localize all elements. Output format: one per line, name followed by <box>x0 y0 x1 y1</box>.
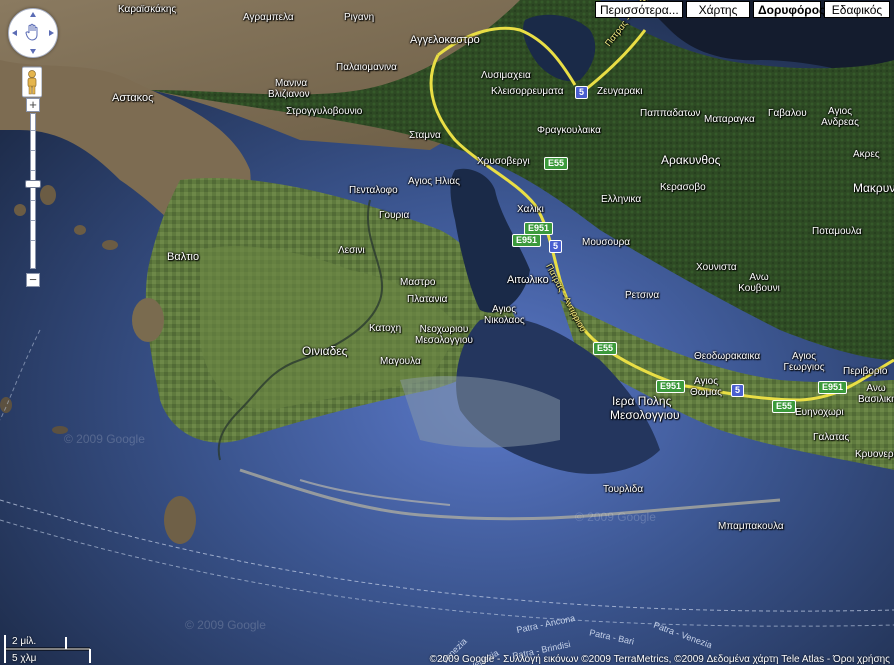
place-label: Μεσολογγιου <box>610 408 680 422</box>
more-button[interactable]: Περισσότερα... <box>595 1 683 18</box>
pegman-icon[interactable] <box>22 66 42 98</box>
place-label: Οινιαδες <box>302 344 348 358</box>
place-label: Παλαιομανινα <box>336 62 397 73</box>
map-type-terrain-button[interactable]: Εδαφικός <box>824 1 890 18</box>
place-label: Μαγουλα <box>380 356 421 367</box>
place-label: Λυσιμαχεια <box>481 70 531 81</box>
zoom-slider-thumb[interactable] <box>25 180 41 188</box>
zoom-in-button[interactable]: + <box>26 98 40 112</box>
map-type-control: Περισσότερα... Χάρτης Δορυφόρος Εδαφικός <box>595 1 890 18</box>
google-watermark: © 2009 Google <box>185 618 266 632</box>
place-label: Μαστρο <box>400 277 436 288</box>
place-label: Τουρλιδα <box>603 484 644 495</box>
zoom-tick <box>31 200 35 201</box>
road-shield: E951 <box>818 381 848 394</box>
pan-control[interactable] <box>8 8 58 58</box>
scale-miles: 2 μίλ. <box>12 636 37 647</box>
place-label: Ελληνικα <box>601 194 642 205</box>
google-watermark: © 2009 Google <box>575 510 656 524</box>
place-label: Νεοχωριου Μεσολογγιου <box>415 324 473 346</box>
place-label: Χρυσοβεργι <box>477 156 530 167</box>
place-label: Λεσινι <box>338 245 365 256</box>
copyright-text[interactable]: ©2009 Google - Συλλογή εικόνων ©2009 Ter… <box>430 654 890 665</box>
place-label: Αστακος <box>112 92 154 104</box>
place-label: Ζευγαρακι <box>597 86 643 97</box>
place-label: Αγιος Ηλιας <box>408 176 460 187</box>
place-label: Ρετσινα <box>625 290 660 301</box>
place-label: Αγιος Θωμας <box>690 376 722 398</box>
zoom-tick <box>31 150 35 151</box>
place-label: Ανω Βασιλικη <box>858 383 894 405</box>
place-label: Μπαμπακουλα <box>718 521 784 532</box>
road-shield: 5 <box>549 240 563 253</box>
place-label: Ματαραγκα <box>704 114 755 125</box>
pan-arrows-icon <box>12 12 54 54</box>
place-label: Ιερα Πολης <box>612 394 672 408</box>
road-shield: 5 <box>575 86 589 99</box>
place-label: Καραϊσκάκης <box>118 4 177 15</box>
place-label: Αγιος Νικολαος <box>484 304 525 326</box>
place-label: Κερασοβο <box>660 182 706 193</box>
road-shield: 5 <box>731 384 745 397</box>
navigation-control <box>8 8 60 58</box>
road-shield: E55 <box>772 400 797 413</box>
place-label: Αρακυνθος <box>661 153 721 167</box>
zoom-tick <box>31 130 35 131</box>
place-label: Χουνιστα <box>696 262 737 273</box>
place-label: Βαλτιο <box>167 251 200 263</box>
google-watermark: © 2009 Google <box>64 432 145 446</box>
zoom-out-button[interactable]: − <box>26 273 40 287</box>
place-label: Θεοδωρακαικα <box>694 351 761 362</box>
place-label: Κρυονερι <box>855 449 894 460</box>
place-label: Στρογγυλοβουνιο <box>286 106 363 117</box>
place-label: Μουσουρα <box>582 237 631 248</box>
place-label: Σταμνα <box>409 130 441 141</box>
road-shield: E55 <box>593 342 618 355</box>
place-label: Ανω Κουβουνι <box>738 272 780 294</box>
place-label: Ακρες <box>853 149 880 160</box>
place-label: Αγιος Ανδρεας <box>821 106 859 128</box>
zoom-tick <box>31 220 35 221</box>
place-label: Αιτωλικο <box>507 274 549 286</box>
place-label: Πενταλοφο <box>349 185 398 196</box>
satellite-map[interactable]: Καραϊσκάκης Αγραμπελα Ριγανη Αγγελοκαστρ… <box>0 0 894 665</box>
zoom-slider-track[interactable] <box>30 113 36 269</box>
scale-km: 5 χλμ <box>12 653 37 664</box>
place-label: Φραγκουλαικα <box>537 125 601 136</box>
place-label: Παππαδατων <box>640 108 701 119</box>
place-label: Βλιζιανον <box>268 89 310 100</box>
place-label: Ποταμουλα <box>812 226 862 237</box>
place-label: Μακρυν <box>853 181 894 195</box>
place-label: Χαλικι <box>517 204 544 215</box>
place-label: Αγιος Γεωργιος <box>783 351 825 373</box>
place-label: Γουρια <box>379 210 410 221</box>
place-label: Αγραμπελα <box>243 12 294 23</box>
map-type-satellite-button[interactable]: Δορυφόρος <box>753 1 825 18</box>
zoom-tick <box>31 170 35 171</box>
place-label: Κλεισορρευματα <box>491 86 564 97</box>
zoom-tick <box>31 240 35 241</box>
road-shield: E951 <box>512 234 542 247</box>
place-label: Ριγανη <box>344 12 375 23</box>
place-label: Περιβοριο <box>843 366 888 377</box>
road-shield: E55 <box>544 157 569 170</box>
place-label: Γαλατας <box>813 432 850 443</box>
place-label: Ευηνοχωρι <box>795 407 844 418</box>
place-label: Γαβαλου <box>768 108 807 119</box>
place-label: Κατοχη <box>369 323 402 334</box>
map-type-map-button[interactable]: Χάρτης <box>686 1 750 18</box>
place-label: Μανινα <box>275 78 308 89</box>
place-label: Πλατανια <box>407 294 448 305</box>
road-shield: E951 <box>656 380 686 393</box>
place-label: Αγγελοκαστρο <box>410 34 480 46</box>
